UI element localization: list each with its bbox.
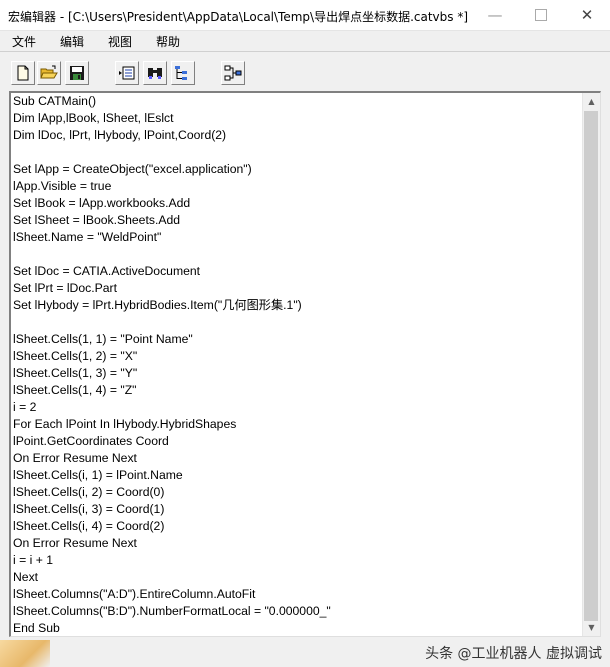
code-line[interactable]: End Sub — [13, 620, 581, 635]
new-file-icon — [17, 65, 29, 81]
code-line[interactable]: lSheet.Columns("A:D").EntireColumn.AutoF… — [13, 586, 581, 603]
vertical-scrollbar[interactable]: ▲ ▼ — [582, 93, 600, 636]
save-disk-icon — [70, 66, 84, 80]
hierarchy-button[interactable] — [221, 61, 245, 85]
menu-view[interactable]: 视图 — [108, 33, 132, 50]
code-line[interactable] — [13, 144, 581, 161]
save-button[interactable] — [65, 61, 89, 85]
code-editor[interactable]: Sub CATMain() Dim lApp,lBook, lSheet, lEs… — [9, 91, 601, 637]
code-line[interactable]: lSheet.Cells(1, 4) = "Z" — [13, 382, 581, 399]
code-line[interactable]: lPoint.GetCoordinates Coord — [13, 433, 581, 450]
code-line[interactable]: lSheet.Cells(1, 2) = "X" — [13, 348, 581, 365]
code-line[interactable]: Dim lDoc, lPrt, lHybody, lPoint,Coord(2) — [13, 127, 581, 144]
object-browser-icon — [119, 66, 135, 80]
hierarchy-icon — [224, 65, 242, 81]
code-line[interactable]: lSheet.Cells(i, 4) = Coord(2) — [13, 518, 581, 535]
tree-view-icon — [175, 66, 187, 80]
close-button[interactable]: ✕ — [564, 0, 610, 30]
code-line[interactable]: lSheet.Columns("B:D").NumberFormatLocal … — [13, 603, 581, 620]
code-line[interactable]: Set lSheet = lBook.Sheets.Add — [13, 212, 581, 229]
code-line[interactable]: i = 2 — [13, 399, 581, 416]
maximize-button[interactable] — [518, 0, 564, 30]
menu-file[interactable]: 文件 — [12, 33, 36, 50]
code-line[interactable]: Set lPrt = lDoc.Part — [13, 280, 581, 297]
tree-view-button[interactable] — [171, 61, 195, 85]
code-line[interactable]: lSheet.Name = "WeldPoint" — [13, 229, 581, 246]
code-line[interactable]: On Error Resume Next — [13, 535, 581, 552]
code-line[interactable]: lSheet.Cells(1, 3) = "Y" — [13, 365, 581, 382]
scrollbar-thumb[interactable] — [584, 111, 598, 621]
menu-help[interactable]: 帮助 — [156, 33, 180, 50]
window-title: 宏编辑器 - [C:\Users\President\AppData\Local… — [8, 10, 469, 24]
code-line[interactable]: Next — [13, 569, 581, 586]
code-line[interactable]: i = i + 1 — [13, 552, 581, 569]
watermark-text: 头条 @工业机器人 虚拟调试 — [425, 646, 602, 662]
code-line[interactable]: Dim lApp,lBook, lSheet, lEslct — [13, 110, 581, 127]
code-line[interactable]: For Each lPoint In lHybody.HybridShapes — [13, 416, 581, 433]
code-line[interactable]: Set lBook = lApp.workbooks.Add — [13, 195, 581, 212]
object-browser-button[interactable] — [115, 61, 139, 85]
minimize-button[interactable]: — — [472, 0, 518, 30]
taskbar-accent — [0, 640, 50, 667]
open-button[interactable] — [37, 61, 61, 85]
code-text-area[interactable]: Sub CATMain() Dim lApp,lBook, lSheet, lEs… — [13, 93, 581, 635]
code-line[interactable]: lSheet.Cells(i, 3) = Coord(1) — [13, 501, 581, 518]
code-line[interactable]: lSheet.Cells(1, 1) = "Point Name" — [13, 331, 581, 348]
find-binoculars-icon — [148, 68, 162, 79]
code-line[interactable]: lSheet.Cells(i, 1) = lPoint.Name — [13, 467, 581, 484]
code-line[interactable]: lApp.Visible = true — [13, 178, 581, 195]
code-line[interactable]: Set lHybody = lPrt.HybridBodies.Item("几何… — [13, 297, 581, 314]
open-folder-icon — [40, 65, 58, 79]
scroll-down-icon[interactable]: ▼ — [583, 619, 600, 636]
title-bar: 宏编辑器 - [C:\Users\President\AppData\Local… — [0, 0, 610, 31]
menu-edit[interactable]: 编辑 — [60, 33, 84, 50]
code-line[interactable]: Sub CATMain() — [13, 93, 581, 110]
code-line[interactable] — [13, 246, 581, 263]
code-line[interactable]: lSheet.Cells(i, 2) = Coord(0) — [13, 484, 581, 501]
scroll-up-icon[interactable]: ▲ — [583, 93, 600, 110]
code-line[interactable]: Set lApp = CreateObject("excel.applicati… — [13, 161, 581, 178]
code-line[interactable] — [13, 314, 581, 331]
toolbar — [0, 51, 610, 90]
new-file-button[interactable] — [11, 61, 35, 85]
find-button[interactable] — [143, 61, 167, 85]
maximize-icon — [535, 9, 547, 21]
menu-bar: 文件 编辑 视图 帮助 — [0, 31, 610, 51]
code-line[interactable]: On Error Resume Next — [13, 450, 581, 467]
code-line[interactable]: Set lDoc = CATIA.ActiveDocument — [13, 263, 581, 280]
